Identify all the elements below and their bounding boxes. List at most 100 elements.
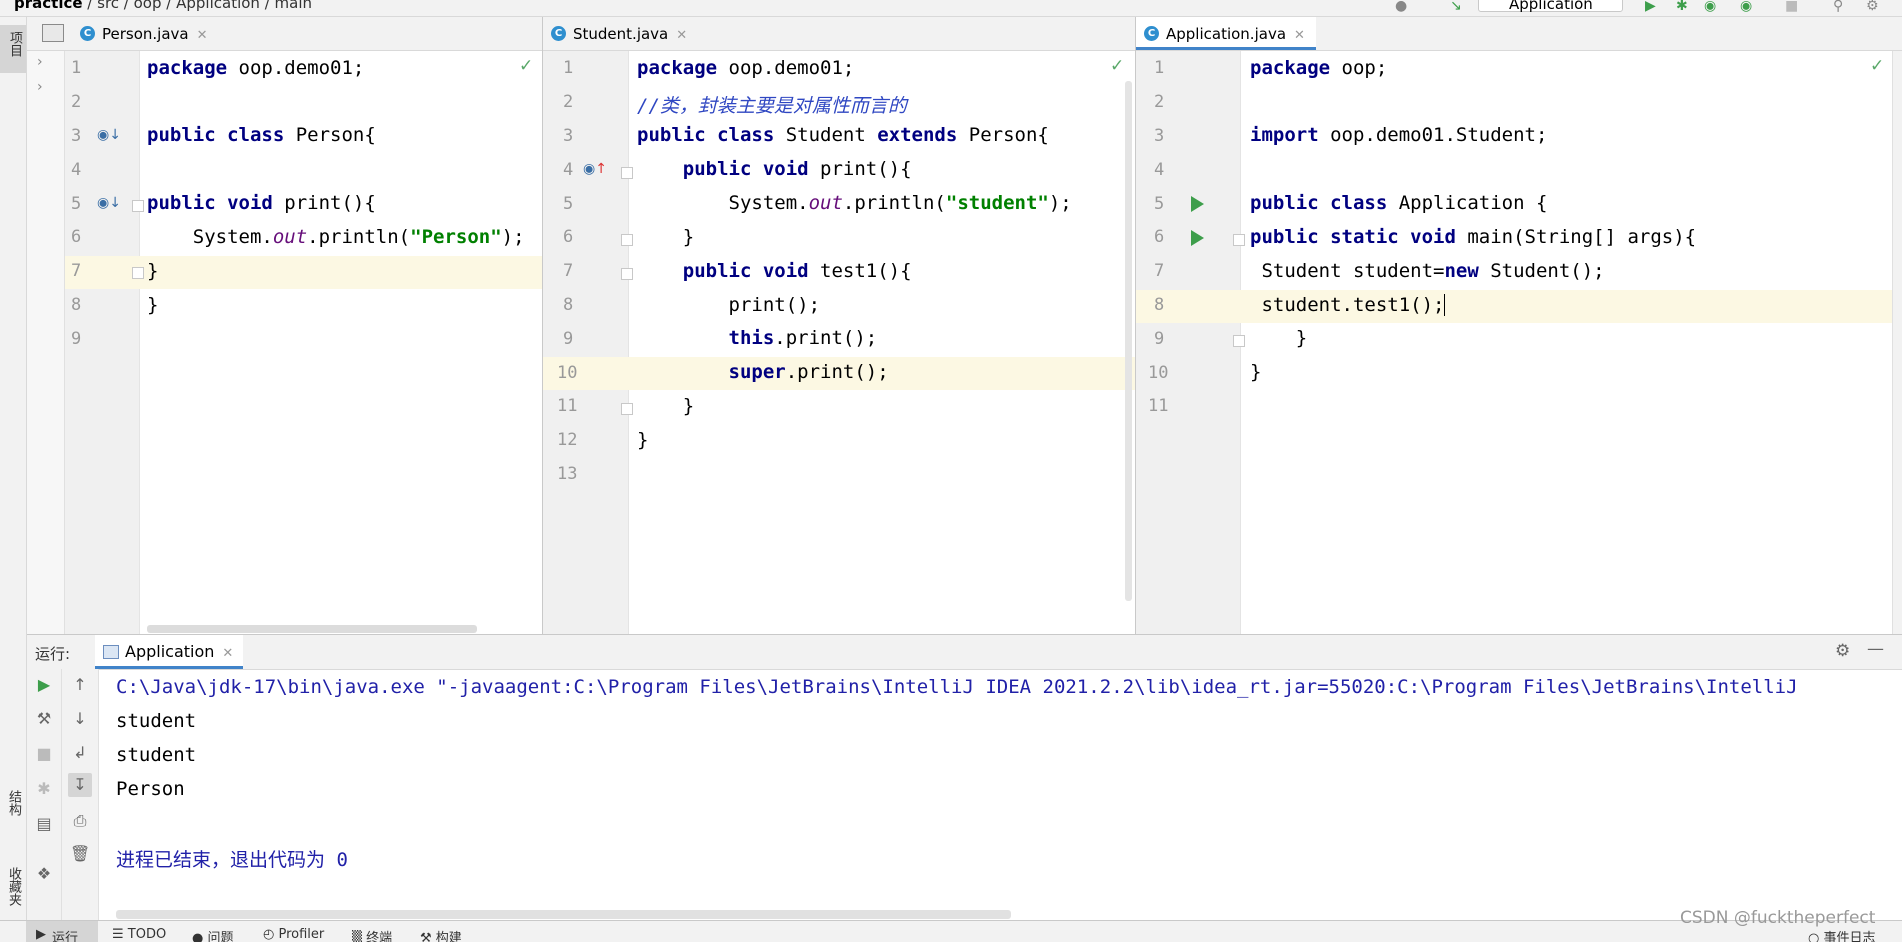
tool-tab-todo[interactable]: ☰ TODO (112, 927, 166, 942)
fold-icon[interactable] (1233, 335, 1245, 347)
minimize-icon[interactable]: — (1867, 639, 1884, 659)
tab-label: Application.java (1166, 25, 1287, 43)
arrow-up-icon[interactable]: ↑ (70, 675, 90, 694)
tab-label: Student.java (573, 25, 669, 43)
wrench-icon[interactable]: ⚒ (34, 709, 54, 728)
chevron-right-icon[interactable]: › (37, 79, 43, 95)
print-icon[interactable]: ⎙ (70, 811, 90, 831)
pin-icon[interactable]: ❖ (34, 864, 54, 883)
tab-student-java[interactable]: C Student.java ✕ (543, 17, 698, 50)
no-problems-check-icon[interactable]: ✓ (519, 56, 533, 76)
editor-layout-icon[interactable] (42, 24, 64, 42)
code-line-7: public void test1(){ (682, 260, 912, 282)
application-code-editor[interactable]: 1 2 3 4 5 6 7 8 9 10 11 package oop; imp… (1136, 51, 1892, 634)
fold-icon[interactable] (1233, 234, 1245, 246)
breadcrumb-main[interactable]: main (275, 0, 312, 12)
trash-icon[interactable]: 🗑 (70, 844, 90, 863)
tab-application-java[interactable]: C Application.java ✕ (1136, 17, 1316, 50)
console-horizontal-scrollbar[interactable] (116, 910, 1011, 919)
tab-person-java[interactable]: C Person.java ✕ (72, 17, 237, 50)
user-icon[interactable]: ● (1395, 0, 1407, 14)
line-number: 5 (71, 194, 82, 214)
coverage-icon[interactable]: ◉ (1704, 0, 1716, 14)
person-code-editor[interactable]: 1 2 3 4 5 6 7 8 9 ◉↓ ◉↓ package oop.demo… (65, 51, 542, 634)
vertical-scrollbar[interactable] (1125, 81, 1132, 601)
horizontal-scrollbar[interactable] (147, 625, 477, 633)
run-toolbar-left: ▶ ⚒ ■ ✱ ▤ ❖ (27, 669, 62, 920)
breadcrumb-oop[interactable]: oop (134, 0, 162, 12)
soft-wrap-icon[interactable]: ↲ (70, 743, 90, 762)
class-icon: C (80, 26, 95, 41)
close-icon[interactable]: ✕ (1294, 28, 1305, 43)
no-problems-check-icon[interactable]: ✓ (1870, 56, 1884, 76)
fold-icon[interactable] (132, 200, 144, 212)
fold-icon[interactable] (621, 268, 633, 280)
chevron-right-icon[interactable]: › (37, 54, 43, 70)
tool-tab-build[interactable]: ⚒ 构建 (420, 927, 462, 942)
arrow-down-icon[interactable]: ↓ (70, 709, 90, 728)
code-line-12: } (637, 429, 649, 451)
tool-tab-label: TODO (127, 927, 167, 942)
settings-gear-icon[interactable]: ⚙ (1835, 641, 1850, 661)
console-output[interactable]: C:\Java\jdk-17\bin\java.exe "-javaagent:… (116, 669, 1902, 909)
tool-tab-problems[interactable]: ● 问题 (192, 927, 234, 942)
breadcrumb-application[interactable]: Application (176, 0, 260, 12)
close-icon[interactable]: ✕ (676, 28, 687, 43)
no-problems-check-icon[interactable]: ✓ (1110, 56, 1124, 76)
line-number: 11 (1148, 396, 1169, 416)
run-icon[interactable]: ▶ (1645, 0, 1656, 14)
structure-tool-label: 结构 (6, 790, 21, 816)
student-code-editor[interactable]: 1 2 3 4 5 6 7 8 9 10 11 12 13 ◉↑ package… (543, 51, 1135, 634)
console-line: student (116, 744, 197, 766)
line-number: 7 (563, 261, 574, 281)
tool-tab-profiler[interactable]: ◴ Profiler (263, 927, 324, 942)
layout-icon[interactable]: ▤ (34, 814, 54, 833)
tool-tab-event-log[interactable]: ○ 事件日志 (1808, 927, 1876, 942)
line-number: 10 (1148, 363, 1169, 383)
application-code-text: package oop; import oop.demo01.Student; … (1250, 51, 1860, 634)
line-number: 10 (557, 363, 578, 383)
project-tool-button[interactable]: 项目 (0, 25, 26, 73)
build-hammer-icon[interactable]: ↘ (1450, 0, 1462, 14)
search-icon[interactable]: ⚲ (1833, 0, 1843, 14)
code-line-5: public void print(){ (147, 192, 376, 214)
fold-icon[interactable] (621, 403, 633, 415)
line-number: 9 (563, 329, 574, 349)
run-gutter-icon[interactable] (1191, 230, 1204, 246)
breadcrumb-src[interactable]: src (97, 0, 119, 12)
class-icon: C (551, 26, 566, 41)
run-gutter-icon[interactable] (1191, 196, 1204, 212)
rerun-icon[interactable]: ▶ (34, 675, 54, 694)
breadcrumb-project[interactable]: practice (14, 0, 83, 12)
run-configuration-select[interactable]: Application (1478, 0, 1623, 13)
line-number: 2 (1154, 92, 1165, 112)
scroll-to-end-icon[interactable]: ↧ (68, 773, 92, 797)
tool-tab-terminal[interactable]: ▒ 终端 (352, 927, 392, 942)
close-icon[interactable]: ✕ (197, 28, 208, 43)
fold-icon[interactable] (621, 167, 633, 179)
stop-icon[interactable]: ■ (34, 744, 54, 763)
settings-gear-icon[interactable]: ⚙ (1866, 0, 1879, 14)
profile-icon[interactable]: ◉ (1740, 0, 1752, 14)
close-icon[interactable]: ✕ (222, 646, 233, 661)
run-toolbar-right: ↑ ↓ ↲ ↧ ⎙ 🗑 (62, 669, 99, 920)
overrides-method-icon[interactable]: ◉↑ (583, 161, 607, 177)
debug-icon[interactable]: ✱ (1676, 0, 1688, 14)
code-line-8: student.test1(); (1250, 294, 1446, 316)
person-editor-tabs: C Person.java ✕ (27, 17, 542, 51)
tool-tab-run[interactable]: ▶ 运行 (26, 921, 98, 942)
right-tool-strip (1892, 51, 1902, 634)
code-line-5: System.out.println("student"); (637, 192, 1072, 214)
code-line-6: } (637, 226, 695, 248)
stop-icon[interactable]: ■ (1785, 0, 1798, 14)
bottom-tool-window-bar: ▶ 运行 ☰ TODO ● 问题 ◴ Profiler ▒ 终端 ⚒ 构建 ○ … (0, 920, 1902, 942)
overridden-method-icon[interactable]: ◉↓ (97, 195, 121, 211)
line-number: 1 (1154, 58, 1165, 78)
console-icon (103, 645, 119, 659)
code-line-4: public void print(){ (682, 158, 912, 180)
dump-threads-icon[interactable]: ✱ (34, 779, 54, 798)
fold-icon[interactable] (621, 234, 633, 246)
run-tab-application[interactable]: Application ✕ (95, 635, 244, 669)
overridden-method-icon[interactable]: ◉↓ (97, 127, 121, 143)
fold-icon[interactable] (132, 267, 144, 279)
